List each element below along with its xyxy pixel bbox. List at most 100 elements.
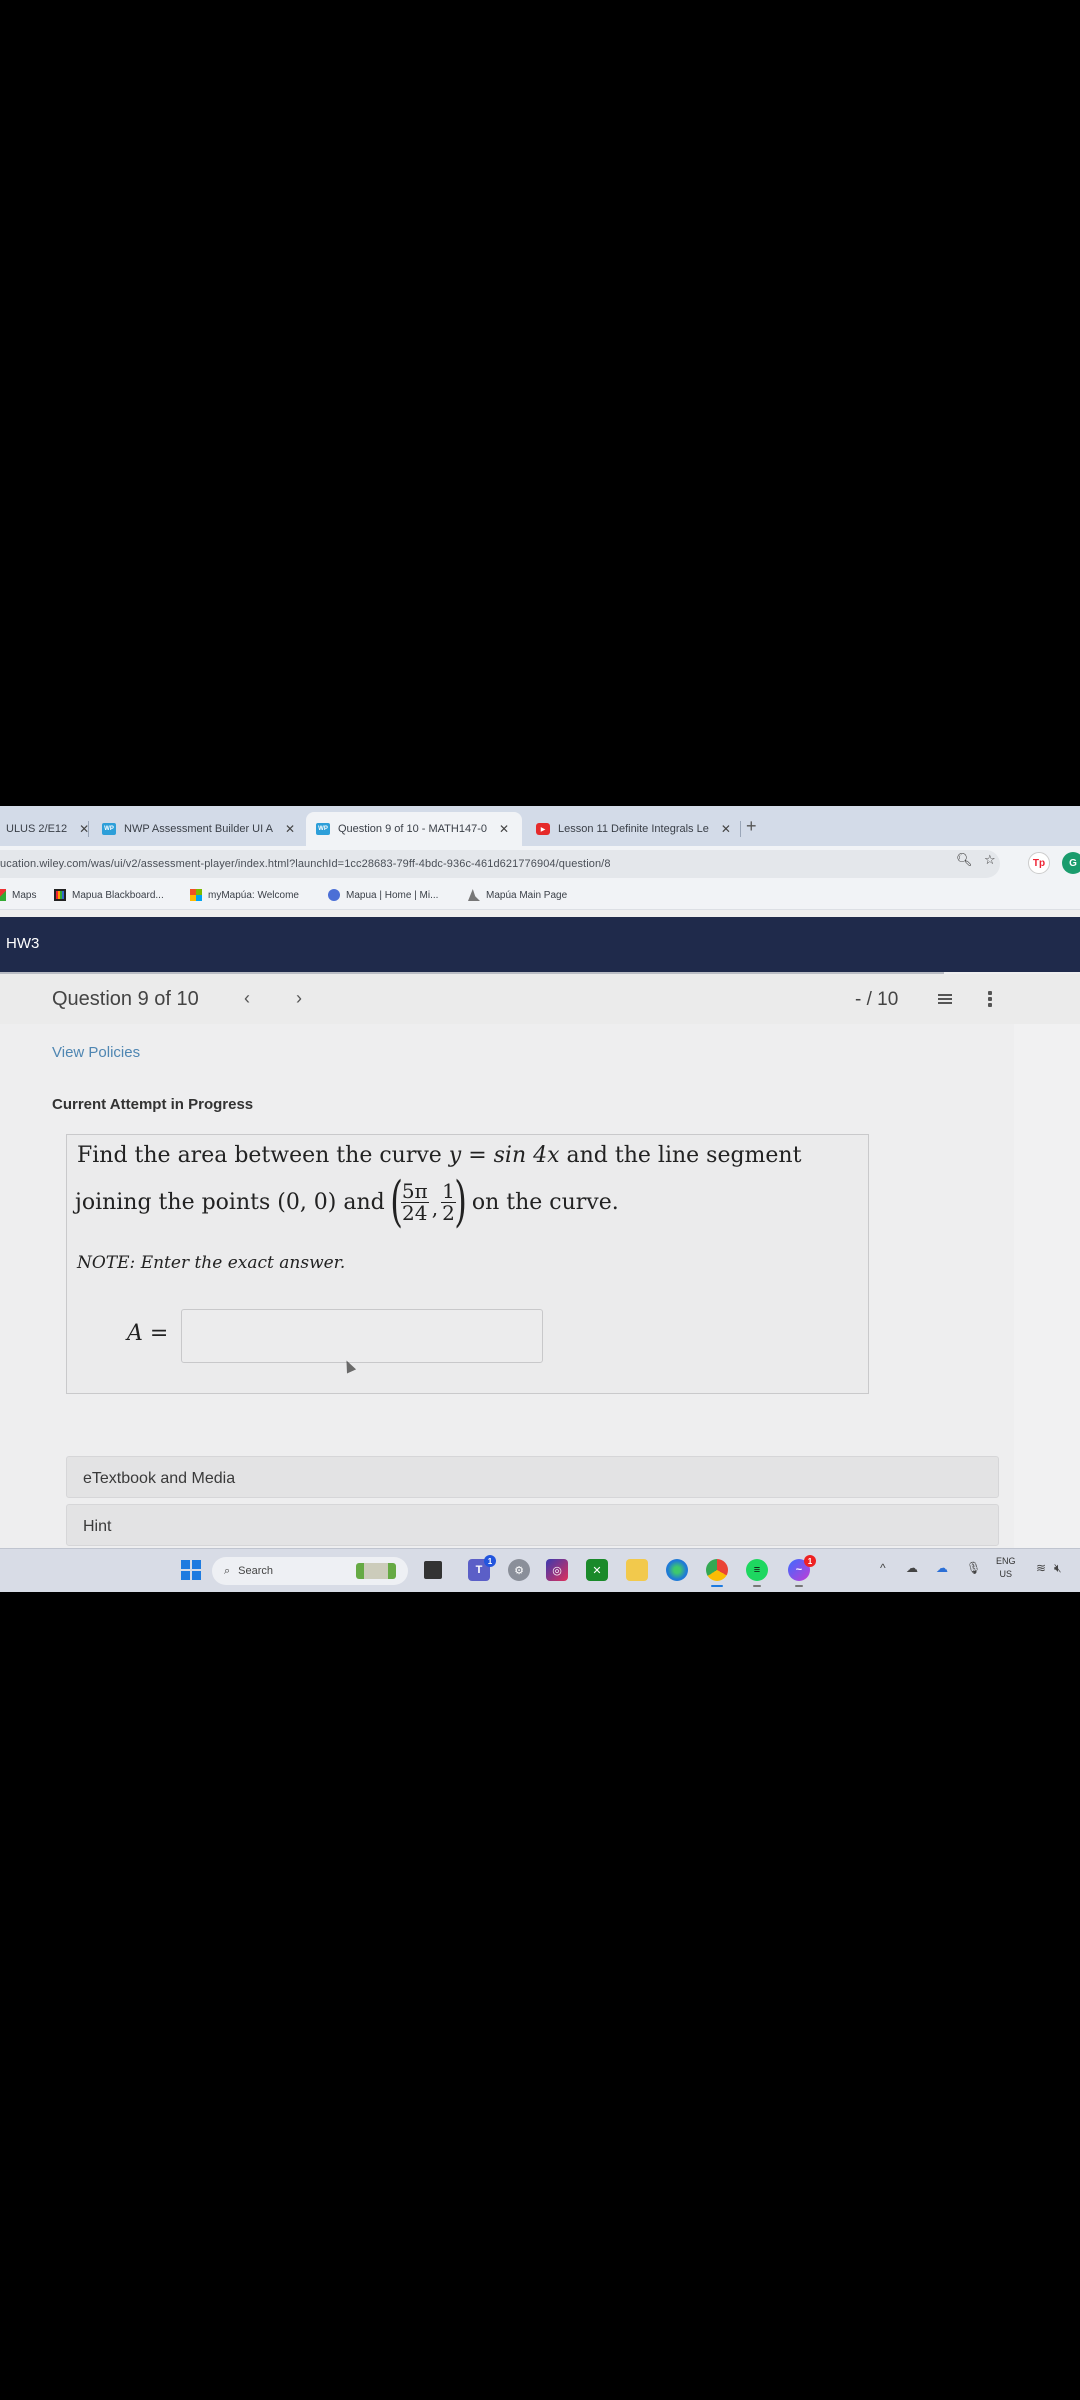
hint-accordion[interactable]: Hint bbox=[66, 1504, 999, 1546]
browser-tab-strip: ULUS 2/E12 ✕ WP NWP Assessment Builder U… bbox=[0, 806, 1080, 846]
previous-question-button[interactable]: ‹ bbox=[244, 988, 250, 1009]
chrome-icon[interactable] bbox=[706, 1559, 728, 1587]
bookmarks-bar: Maps Mapua Blackboard... myMapúa: Welcom… bbox=[0, 882, 1080, 910]
extension-tp-icon[interactable]: Tp bbox=[1028, 852, 1050, 874]
onedrive-icon[interactable]: ☁ bbox=[936, 1561, 948, 1575]
language-indicator[interactable]: ENG US bbox=[996, 1555, 1016, 1581]
main-content: View Policies Current Attempt in Progres… bbox=[0, 1024, 1080, 1554]
bookmark-mymapua[interactable]: myMapúa: Welcome bbox=[190, 889, 299, 901]
cloud-icon[interactable]: ☁ bbox=[906, 1561, 918, 1575]
tab-separator bbox=[740, 821, 741, 837]
app-icon[interactable]: ◎ bbox=[546, 1559, 568, 1581]
windows-taskbar: ⌕ Search T1 ⚙ ◎ ✕ ≡ ~1 ^ ☁ ☁ 🎙︎ ENG US ≋… bbox=[0, 1548, 1080, 1592]
comma: , bbox=[431, 1196, 439, 1220]
search-icon: ⌕ bbox=[224, 1564, 231, 1577]
windows-start-icon[interactable] bbox=[180, 1559, 202, 1581]
zoom-icon[interactable]: 🔍︎ bbox=[956, 852, 973, 868]
question-score: - / 10 bbox=[855, 989, 899, 1010]
fraction-denominator: 24 bbox=[402, 1200, 428, 1225]
bookmark-star-icon[interactable]: ☆ bbox=[984, 852, 996, 868]
tab-nwp-assessment-builder[interactable]: WP NWP Assessment Builder UI A ✕ bbox=[92, 812, 305, 846]
answer-label: A = bbox=[127, 1321, 168, 1346]
browser-toolbar: ucation.wiley.com/was/ui/v2/assessment-p… bbox=[0, 846, 1080, 882]
bookmark-label: Mapua | Home | Mi... bbox=[346, 889, 439, 901]
close-tab-icon[interactable]: ✕ bbox=[285, 822, 295, 836]
attempt-status: Current Attempt in Progress bbox=[52, 1096, 254, 1113]
messenger-icon[interactable]: ~1 bbox=[788, 1555, 816, 1587]
search-placeholder: Search bbox=[238, 1565, 274, 1577]
settings-icon[interactable]: ⚙ bbox=[508, 1559, 530, 1581]
lang-code: ENG bbox=[996, 1556, 1016, 1566]
taskbar-search[interactable]: ⌕ Search bbox=[212, 1557, 408, 1585]
file-explorer-icon[interactable] bbox=[626, 1559, 648, 1581]
bookmark-label: Maps bbox=[12, 889, 37, 901]
view-policies-link[interactable]: View Policies bbox=[52, 1044, 140, 1061]
teams-badge: 1 bbox=[484, 1555, 496, 1567]
right-panel bbox=[1014, 1024, 1080, 1554]
extension-grammarly-icon[interactable]: G bbox=[1062, 852, 1080, 874]
question-nav-bar: Question 9 of 10 ‹ › - / 10 bbox=[0, 974, 1080, 1024]
bookmark-mapua-home[interactable]: Mapua | Home | Mi... bbox=[328, 889, 438, 901]
task-view-icon[interactable] bbox=[424, 1561, 442, 1579]
tab-youtube-lesson-11[interactable]: ▶ Lesson 11 Definite Integrals Le ✕ bbox=[526, 812, 741, 846]
microphone-icon[interactable]: 🎙︎ bbox=[966, 1561, 981, 1575]
wiley-wp-icon: WP bbox=[316, 823, 330, 835]
xbox-icon[interactable]: ✕ bbox=[586, 1559, 608, 1581]
equation: y = sin 4x bbox=[448, 1143, 560, 1168]
tray-overflow-icon[interactable]: ^ bbox=[880, 1561, 886, 1575]
url-text[interactable]: ucation.wiley.com/was/ui/v2/assessment-p… bbox=[0, 858, 611, 870]
bookmark-mapua-blackboard[interactable]: Mapua Blackboard... bbox=[54, 889, 164, 901]
answer-variable: A = bbox=[127, 1321, 169, 1346]
question-text: Find the area between the curve bbox=[77, 1143, 449, 1168]
question-text: and the line segment bbox=[559, 1143, 802, 1168]
etextbook-media-accordion[interactable]: eTextbook and Media bbox=[66, 1456, 999, 1498]
screen: ULUS 2/E12 ✕ WP NWP Assessment Builder U… bbox=[0, 806, 1080, 1592]
tab-label: NWP Assessment Builder UI A bbox=[124, 823, 273, 835]
next-question-button[interactable]: › bbox=[296, 988, 302, 1009]
microsoft-icon bbox=[190, 889, 202, 901]
question-text-line-1: Find the area between the curve y = sin … bbox=[77, 1143, 801, 1168]
bookmark-mapua-main[interactable]: Mapúa Main Page bbox=[468, 889, 567, 901]
spotify-icon[interactable]: ≡ bbox=[746, 1559, 768, 1587]
volume-mute-icon[interactable]: 🔇︎ bbox=[1054, 1561, 1062, 1576]
tab-label: Question 9 of 10 - MATH147-0 bbox=[338, 823, 487, 835]
tab-label: Lesson 11 Definite Integrals Le bbox=[558, 823, 709, 835]
teams-icon[interactable]: T1 bbox=[468, 1555, 496, 1581]
fraction-numerator: 5π bbox=[400, 1178, 429, 1203]
close-tab-icon[interactable]: ✕ bbox=[499, 822, 509, 836]
fraction-x: 5π 24 bbox=[400, 1178, 429, 1225]
edge-icon[interactable] bbox=[666, 1559, 688, 1581]
address-bar[interactable]: ucation.wiley.com/was/ui/v2/assessment-p… bbox=[0, 850, 1000, 878]
search-highlight-icon bbox=[356, 1563, 396, 1579]
right-paren: ) bbox=[454, 1170, 467, 1233]
bookmark-label: Mapúa Main Page bbox=[486, 889, 568, 901]
assignment-title: HW3 bbox=[6, 935, 40, 952]
question-text: joining the points bbox=[75, 1189, 278, 1215]
mapua-main-icon bbox=[468, 889, 480, 901]
bookmark-label: Mapua Blackboard... bbox=[72, 889, 164, 901]
wifi-icon[interactable]: ≋ bbox=[1036, 1561, 1046, 1575]
close-tab-icon[interactable]: ✕ bbox=[721, 822, 731, 836]
running-indicator bbox=[753, 1585, 761, 1587]
app-header: HW3 bbox=[0, 917, 1080, 972]
tab-question-9[interactable]: WP Question 9 of 10 - MATH147-0 ✕ bbox=[306, 812, 522, 846]
question-text: and bbox=[336, 1189, 392, 1215]
question-list-icon[interactable] bbox=[932, 992, 952, 1008]
answer-input[interactable] bbox=[181, 1309, 543, 1363]
bookmark-maps[interactable]: Maps bbox=[0, 889, 36, 901]
more-options-icon[interactable] bbox=[988, 991, 992, 1009]
running-indicator bbox=[795, 1585, 803, 1587]
mapua-home-icon bbox=[328, 889, 340, 901]
maps-icon bbox=[0, 889, 6, 901]
question-text-line-2: joining the points (0, 0) and ( 5π 24 , … bbox=[75, 1175, 619, 1229]
tab-label: ULUS 2/E12 bbox=[6, 823, 68, 835]
active-indicator bbox=[711, 1585, 723, 1587]
question-text: on the curve. bbox=[464, 1189, 619, 1215]
tab-calculus[interactable]: ULUS 2/E12 ✕ bbox=[0, 812, 99, 846]
tab-separator bbox=[88, 821, 89, 837]
youtube-icon: ▶ bbox=[536, 823, 550, 835]
question-counter: Question 9 of 10 bbox=[52, 988, 199, 1010]
question-box: Find the area between the curve y = sin … bbox=[66, 1134, 869, 1394]
new-tab-button[interactable]: + bbox=[746, 816, 757, 837]
left-paren: ( bbox=[389, 1170, 403, 1233]
